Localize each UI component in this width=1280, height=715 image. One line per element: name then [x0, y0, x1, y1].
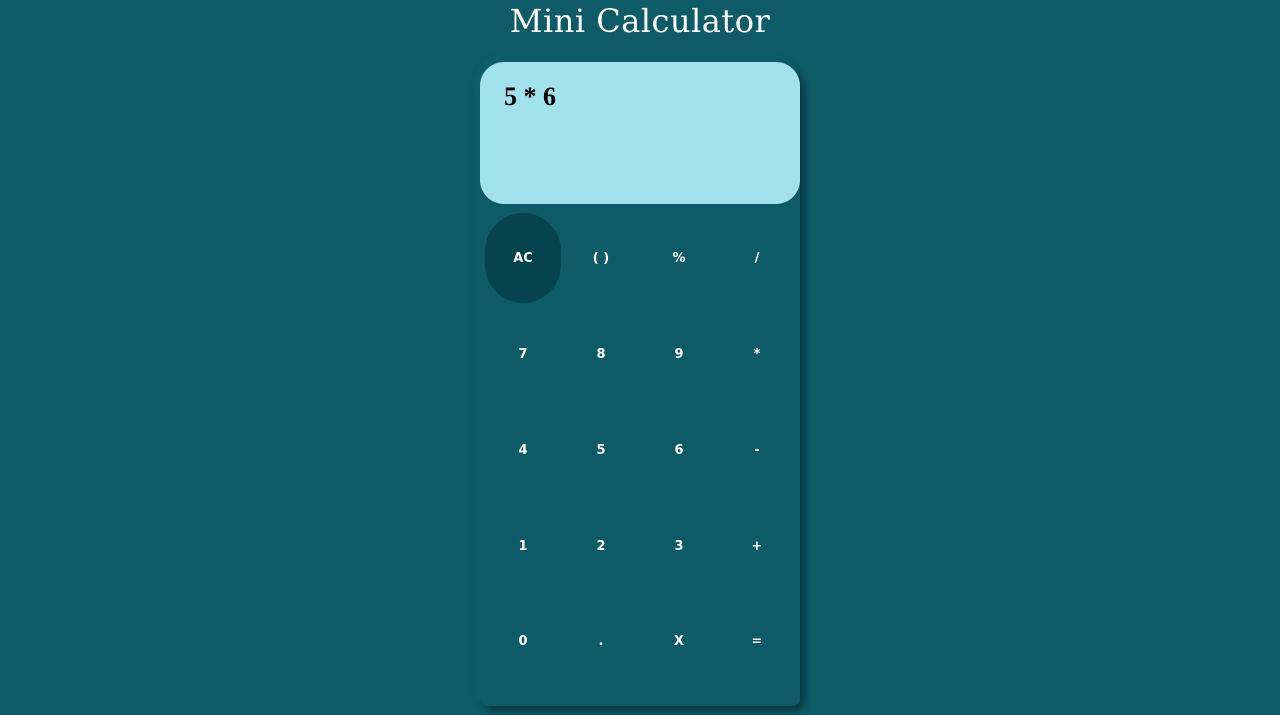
digit-6-button[interactable]: 6: [641, 405, 717, 495]
parentheses-button[interactable]: ( ): [563, 213, 639, 303]
calculator: 5 * 6 AC ( ) % / 7 8 9 * 4 5 6 - 1 2 3 +…: [480, 62, 800, 706]
digit-8-button[interactable]: 8: [563, 309, 639, 399]
digit-7-button[interactable]: 7: [485, 309, 561, 399]
digit-5-button[interactable]: 5: [563, 405, 639, 495]
calculator-display: 5 * 6: [480, 62, 800, 204]
clear-button[interactable]: AC: [485, 213, 561, 303]
subtract-button[interactable]: -: [719, 405, 795, 495]
digit-9-button[interactable]: 9: [641, 309, 717, 399]
display-expression: 5 * 6: [504, 82, 556, 111]
digit-1-button[interactable]: 1: [485, 501, 561, 591]
app-title: Mini Calculator: [509, 2, 771, 40]
digit-4-button[interactable]: 4: [485, 405, 561, 495]
digit-3-button[interactable]: 3: [641, 501, 717, 591]
equals-button[interactable]: =: [719, 596, 795, 686]
percent-button[interactable]: %: [641, 213, 717, 303]
backspace-button[interactable]: X: [641, 596, 717, 686]
add-button[interactable]: +: [719, 501, 795, 591]
divide-button[interactable]: /: [719, 213, 795, 303]
digit-2-button[interactable]: 2: [563, 501, 639, 591]
multiply-button[interactable]: *: [719, 309, 795, 399]
digit-0-button[interactable]: 0: [485, 596, 561, 686]
decimal-button[interactable]: .: [563, 596, 639, 686]
